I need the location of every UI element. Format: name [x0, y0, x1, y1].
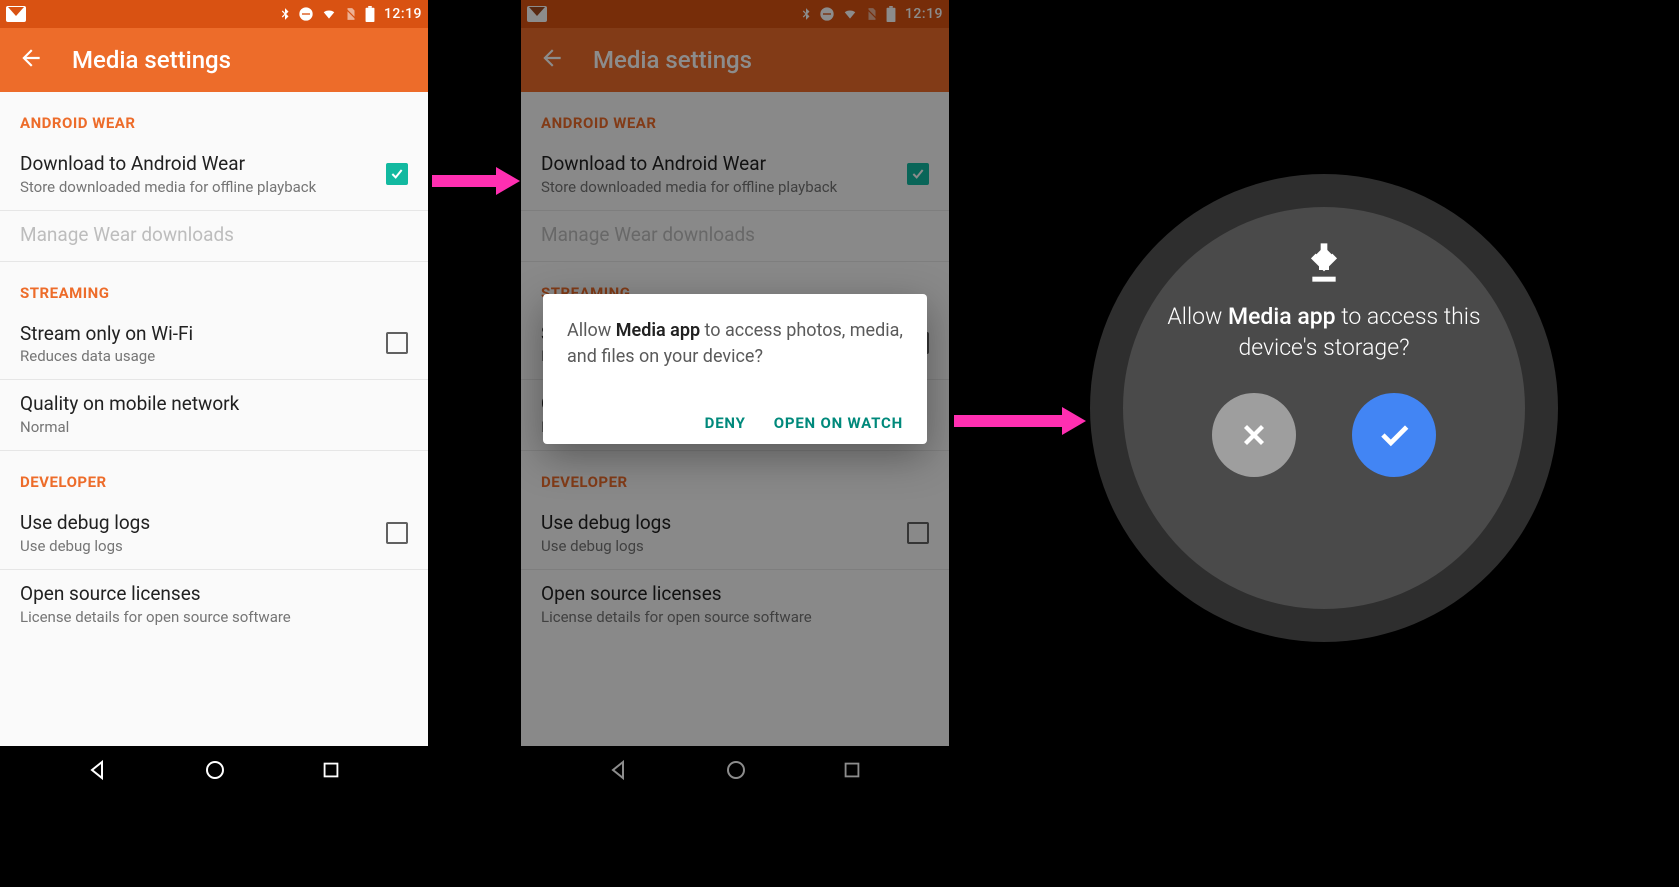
app-bar: Media settings: [0, 28, 428, 92]
phone-screenshot-dialog: 12:19 Media settings ANDROID WEAR Downlo…: [521, 0, 949, 798]
settings-list: ANDROID WEAR Download to Android Wear St…: [0, 92, 428, 746]
nav-home-button[interactable]: [203, 758, 227, 786]
navigation-bar: [0, 746, 428, 798]
watch-dialog-message: Allow Media app to access this device's …: [1123, 301, 1525, 363]
battery-icon: [364, 6, 376, 22]
permission-dialog: Allow Media app to access photos, media,…: [543, 294, 927, 444]
setting-open-source-licenses[interactable]: Open source licenses License details for…: [0, 570, 428, 640]
setting-title: Manage Wear downloads: [20, 223, 408, 247]
gmail-notification-icon: [6, 6, 26, 22]
wear-watch-screenshot: Allow Media app to access this device's …: [1090, 174, 1558, 642]
setting-subtitle: License details for open source software: [20, 608, 408, 626]
setting-quality-mobile[interactable]: Quality on mobile network Normal: [0, 380, 428, 451]
checkbox-debug-logs[interactable]: [386, 522, 408, 544]
setting-title: Download to Android Wear: [20, 152, 374, 176]
dialog-deny-button[interactable]: DENY: [705, 414, 746, 432]
status-time: 12:19: [384, 6, 422, 22]
bluetooth-icon: [278, 6, 292, 22]
dialog-open-on-watch-button[interactable]: OPEN ON WATCH: [774, 414, 903, 432]
setting-manage-wear-downloads[interactable]: Manage Wear downloads: [0, 211, 428, 262]
watch-deny-button[interactable]: [1212, 393, 1296, 477]
setting-title: Use debug logs: [20, 511, 374, 535]
setting-download-to-wear[interactable]: Download to Android Wear Store downloade…: [0, 140, 428, 211]
setting-title: Open source licenses: [20, 582, 408, 606]
wifi-icon: [320, 7, 338, 21]
no-sim-icon: [344, 6, 358, 22]
setting-title: Stream only on Wi-Fi: [20, 322, 374, 346]
nav-recents-button[interactable]: [320, 759, 342, 785]
back-button[interactable]: [18, 45, 44, 75]
watch-allow-button[interactable]: [1352, 393, 1436, 477]
checkbox-stream-wifi[interactable]: [386, 332, 408, 354]
nav-back-button[interactable]: [86, 758, 110, 786]
setting-stream-wifi[interactable]: Stream only on Wi-Fi Reduces data usage: [0, 310, 428, 381]
page-title: Media settings: [72, 46, 231, 74]
dialog-message: Allow Media app to access photos, media,…: [567, 318, 903, 370]
download-icon: [1304, 243, 1344, 291]
phone-screenshot-settings: 12:19 Media settings ANDROID WEAR Downlo…: [0, 0, 428, 798]
setting-subtitle: Store downloaded media for offline playb…: [20, 178, 374, 196]
checkbox-download-wear[interactable]: [386, 163, 408, 185]
section-header-developer: DEVELOPER: [0, 451, 428, 499]
setting-title: Quality on mobile network: [20, 392, 408, 416]
setting-subtitle: Use debug logs: [20, 537, 374, 555]
setting-subtitle: Normal: [20, 418, 408, 436]
watch-face: Allow Media app to access this device's …: [1123, 207, 1525, 609]
setting-subtitle: Reduces data usage: [20, 347, 374, 365]
do-not-disturb-icon: [298, 6, 314, 22]
section-header-wear: ANDROID WEAR: [0, 92, 428, 140]
status-bar: 12:19: [0, 0, 428, 28]
section-header-streaming: STREAMING: [0, 262, 428, 310]
setting-debug-logs[interactable]: Use debug logs Use debug logs: [0, 499, 428, 570]
